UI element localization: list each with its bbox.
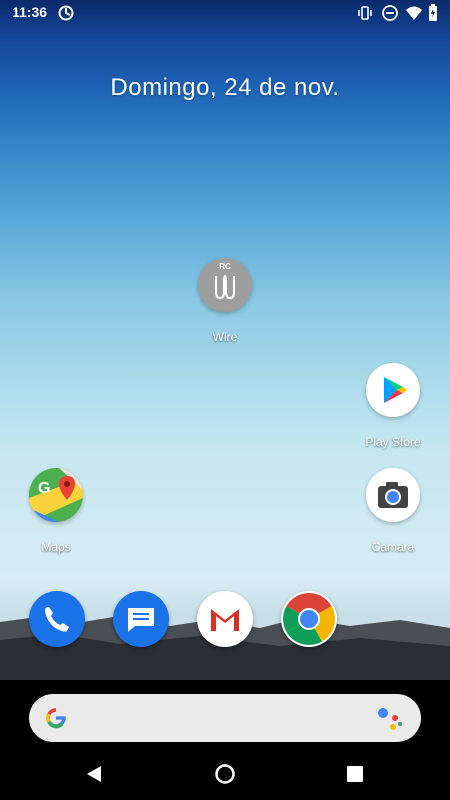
recents-icon[interactable] <box>346 765 364 788</box>
app-maps[interactable]: G Maps <box>11 468 101 554</box>
app-label: Wire <box>212 330 238 344</box>
assistant-icon[interactable] <box>377 707 405 736</box>
google-icon[interactable] <box>43 705 69 736</box>
vibrate-icon <box>356 4 374 25</box>
do-not-disturb-icon <box>381 4 399 25</box>
status-bar: 11:36 <box>0 0 450 26</box>
status-time: 11:36 <box>12 4 48 20</box>
home-date[interactable]: Domingo, 24 de nov. <box>0 74 450 102</box>
back-icon[interactable] <box>84 764 104 789</box>
app-label: Maps <box>41 540 71 554</box>
google-search-bar[interactable] <box>29 694 421 742</box>
gmail-icon[interactable] <box>197 591 253 647</box>
play-store-icon <box>366 363 420 417</box>
battery-icon <box>428 4 438 25</box>
wire-icon: RC <box>198 258 252 312</box>
phone-icon[interactable] <box>29 591 85 647</box>
home-icon[interactable] <box>214 763 236 790</box>
app-wire[interactable]: RC Wire <box>180 258 270 344</box>
navigation-bar <box>0 748 450 800</box>
maps-icon: G <box>29 468 83 522</box>
svg-text:G: G <box>38 480 50 497</box>
app-label: Camara <box>371 540 415 554</box>
wifi-icon <box>405 4 423 25</box>
sync-icon <box>57 4 75 25</box>
chrome-icon[interactable] <box>281 591 337 647</box>
camera-icon <box>366 468 420 522</box>
app-camera[interactable]: Camara <box>348 468 438 554</box>
app-play-store[interactable]: Play Store <box>348 363 438 449</box>
messages-icon[interactable] <box>113 591 169 647</box>
app-label: Play Store <box>365 435 421 449</box>
